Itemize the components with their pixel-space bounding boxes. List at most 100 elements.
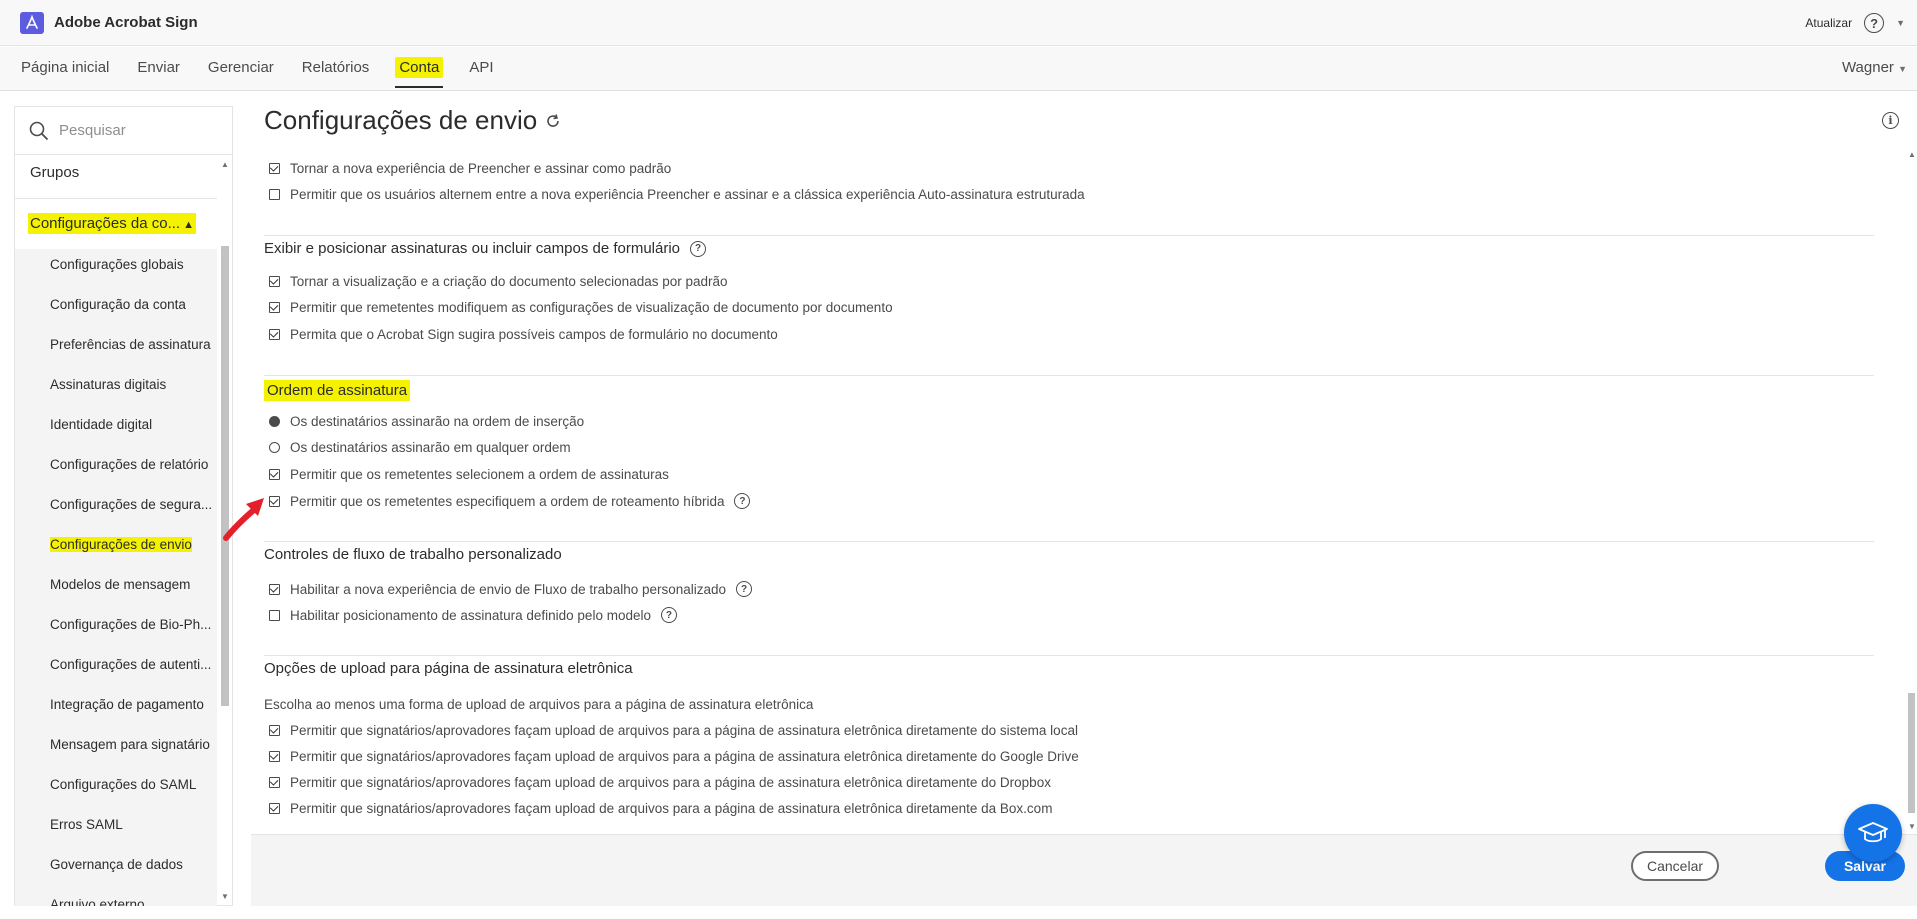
- option-label: Permitir que signatários/aprovadores faç…: [290, 775, 1051, 790]
- sidebar-item-send-settings[interactable]: Configurações de envio: [50, 537, 192, 552]
- checkbox[interactable]: [269, 163, 280, 174]
- radio-order-entered[interactable]: Os destinatários assinarão na ordem de i…: [269, 414, 584, 429]
- nav-tab-api[interactable]: API: [467, 59, 495, 78]
- sidebar-search: [15, 107, 232, 155]
- scroll-up-arrow-icon[interactable]: ▲: [221, 160, 229, 169]
- radio-button[interactable]: [269, 416, 280, 427]
- option-allow-switch-experience[interactable]: Permitir que os usuários alternem entre …: [269, 187, 1085, 202]
- sidebar-item-report-settings[interactable]: Configurações de relatório: [50, 457, 208, 472]
- help-icon[interactable]: ?: [734, 493, 751, 509]
- option-label: Tornar a visualização e a criação do doc…: [290, 274, 728, 289]
- checkbox[interactable]: [269, 329, 280, 340]
- option-preview-default[interactable]: Tornar a visualização e a criação do doc…: [269, 274, 728, 289]
- annotation-arrow-icon: [223, 498, 264, 541]
- help-icon[interactable]: ?: [1864, 13, 1885, 33]
- radio-button[interactable]: [269, 442, 280, 453]
- option-hybrid-routing[interactable]: Permitir que os remetentes especifiquem …: [269, 493, 751, 509]
- option-label: Habilitar a nova experiência de envio de…: [290, 581, 727, 597]
- user-name: Wagner: [1841, 59, 1894, 76]
- option-label: Tornar a nova experiência de Preencher e…: [290, 161, 672, 176]
- search-icon: [29, 121, 49, 140]
- settings-sidebar: Grupos Configurações da co...▲ Configura…: [14, 106, 233, 906]
- option-fill-sign-default[interactable]: Tornar a nova experiência de Preencher e…: [269, 161, 671, 176]
- option-custom-workflow[interactable]: Habilitar a nova experiência de envio de…: [269, 581, 753, 597]
- sidebar-item-external-archive[interactable]: Arquivo externo: [50, 897, 145, 906]
- radio-any-order[interactable]: Os destinatários assinarão em qualquer o…: [269, 440, 571, 455]
- info-icon[interactable]: i: [1882, 112, 1899, 129]
- sidebar-item-payment-integration[interactable]: Integração de pagamento: [50, 697, 204, 712]
- checkbox[interactable]: [269, 725, 280, 736]
- checkbox[interactable]: [269, 276, 280, 287]
- option-suggest-fields[interactable]: Permita que o Acrobat Sign sugira possív…: [269, 327, 778, 342]
- sidebar-item-digital-signatures[interactable]: Assinaturas digitais: [50, 377, 166, 392]
- option-label: Permitir que signatários/aprovadores faç…: [290, 749, 1079, 764]
- checkbox[interactable]: [269, 803, 280, 814]
- main-scrollbar[interactable]: ▲ ▼: [1905, 148, 1917, 834]
- chevron-up-icon[interactable]: ▲: [183, 219, 194, 231]
- option-template-placement[interactable]: Habilitar posicionamento de assinatura d…: [269, 607, 677, 623]
- sidebar-item-groups[interactable]: Grupos: [30, 164, 79, 181]
- scroll-up-arrow-icon[interactable]: ▲: [1908, 150, 1916, 159]
- section-divider: [264, 375, 1874, 376]
- cancel-button[interactable]: Cancelar: [1631, 851, 1719, 881]
- sidebar-item-saml-errors[interactable]: Erros SAML: [50, 817, 123, 832]
- scroll-down-arrow-icon[interactable]: ▼: [1908, 822, 1916, 831]
- user-menu[interactable]: Wagner ▼: [1842, 59, 1907, 76]
- sidebar-item-global-settings[interactable]: Configurações globais: [50, 257, 184, 272]
- nav-tab-reports[interactable]: Relatórios: [300, 59, 372, 78]
- help-icon[interactable]: ?: [690, 240, 707, 257]
- checkbox[interactable]: [269, 302, 280, 313]
- nav-tab-home[interactable]: Página inicial: [19, 59, 111, 78]
- learning-graduation-cap-icon[interactable]: [1844, 804, 1902, 862]
- settings-panel: Tornar a nova experiência de Preencher e…: [251, 148, 1917, 834]
- refresh-icon[interactable]: [545, 113, 561, 129]
- sidebar-scroll-thumb[interactable]: [221, 246, 229, 706]
- option-upload-google-drive[interactable]: Permitir que signatários/aprovadores faç…: [269, 749, 1079, 764]
- user-chevron-down-icon: ▼: [1898, 64, 1907, 74]
- checkbox[interactable]: [269, 189, 280, 200]
- nav-tab-manage[interactable]: Gerenciar: [206, 59, 276, 78]
- option-modify-preview[interactable]: Permitir que remetentes modifiquem as co…: [269, 300, 893, 315]
- checkbox[interactable]: [269, 609, 280, 621]
- main-scroll-thumb[interactable]: [1908, 693, 1915, 813]
- sidebar-item-bio-pharma-settings[interactable]: Configurações de Bio-Ph...: [50, 617, 211, 632]
- nav-tab-account[interactable]: Conta: [395, 57, 444, 88]
- help-icon[interactable]: ?: [736, 581, 753, 597]
- section-title-custom-workflow: Controles de fluxo de trabalho personali…: [264, 546, 562, 563]
- search-input[interactable]: [59, 122, 209, 139]
- sidebar-submenu: Configurações globais Configuração da co…: [15, 249, 217, 906]
- sidebar-item-data-governance[interactable]: Governança de dados: [50, 857, 183, 872]
- nav-tab-send[interactable]: Enviar: [135, 59, 182, 78]
- sidebar-item-authentication-settings[interactable]: Configurações de autenti...: [50, 657, 211, 672]
- option-upload-dropbox[interactable]: Permitir que signatários/aprovadores faç…: [269, 775, 1051, 790]
- sidebar-item-signer-message[interactable]: Mensagem para signatário: [50, 737, 210, 752]
- scroll-down-arrow-icon[interactable]: ▼: [221, 892, 229, 901]
- sidebar-item-signature-preferences[interactable]: Preferências de assinatura: [50, 337, 211, 352]
- checkbox[interactable]: [269, 777, 280, 788]
- option-upload-local[interactable]: Permitir que signatários/aprovadores faç…: [269, 723, 1078, 738]
- checkbox[interactable]: [269, 469, 280, 480]
- checkbox[interactable]: [269, 583, 280, 595]
- sidebar-item-message-templates[interactable]: Modelos de mensagem: [50, 577, 190, 592]
- section-divider: [264, 235, 1874, 236]
- option-upload-box[interactable]: Permitir que signatários/aprovadores faç…: [269, 801, 1052, 816]
- sidebar-item-digital-identity[interactable]: Identidade digital: [50, 417, 152, 432]
- option-label: Permitir que remetentes modifiquem as co…: [290, 300, 893, 315]
- top-right-actions: Atualizar ? ▼: [1805, 13, 1905, 33]
- main-nav: Página inicial Enviar Gerenciar Relatóri…: [0, 47, 1917, 91]
- section-title-text: Opções de upload para página de assinatu…: [264, 660, 633, 677]
- help-chevron-down-icon[interactable]: ▼: [1896, 18, 1905, 28]
- sidebar-item-account-setup[interactable]: Configuração da conta: [50, 297, 186, 312]
- sidebar-item-security-settings[interactable]: Configurações de segura...: [50, 497, 212, 512]
- sidebar-item-saml-settings[interactable]: Configurações do SAML: [50, 777, 196, 792]
- sidebar-item-account-settings[interactable]: Configurações da co... ▲: [28, 213, 196, 234]
- option-label: Permitir que os usuários alternem entre …: [290, 187, 1085, 202]
- option-label: Habilitar posicionamento de assinatura d…: [290, 607, 651, 623]
- option-label: Permitir que signatários/aprovadores faç…: [290, 723, 1078, 738]
- acrobat-sign-logo-icon[interactable]: [20, 12, 44, 34]
- help-icon[interactable]: ?: [660, 607, 677, 623]
- option-select-order[interactable]: Permitir que os remetentes selecionem a …: [269, 467, 669, 482]
- checkbox[interactable]: [269, 751, 280, 762]
- update-link[interactable]: Atualizar: [1805, 16, 1852, 30]
- page-title: Configurações de envio: [264, 105, 561, 136]
